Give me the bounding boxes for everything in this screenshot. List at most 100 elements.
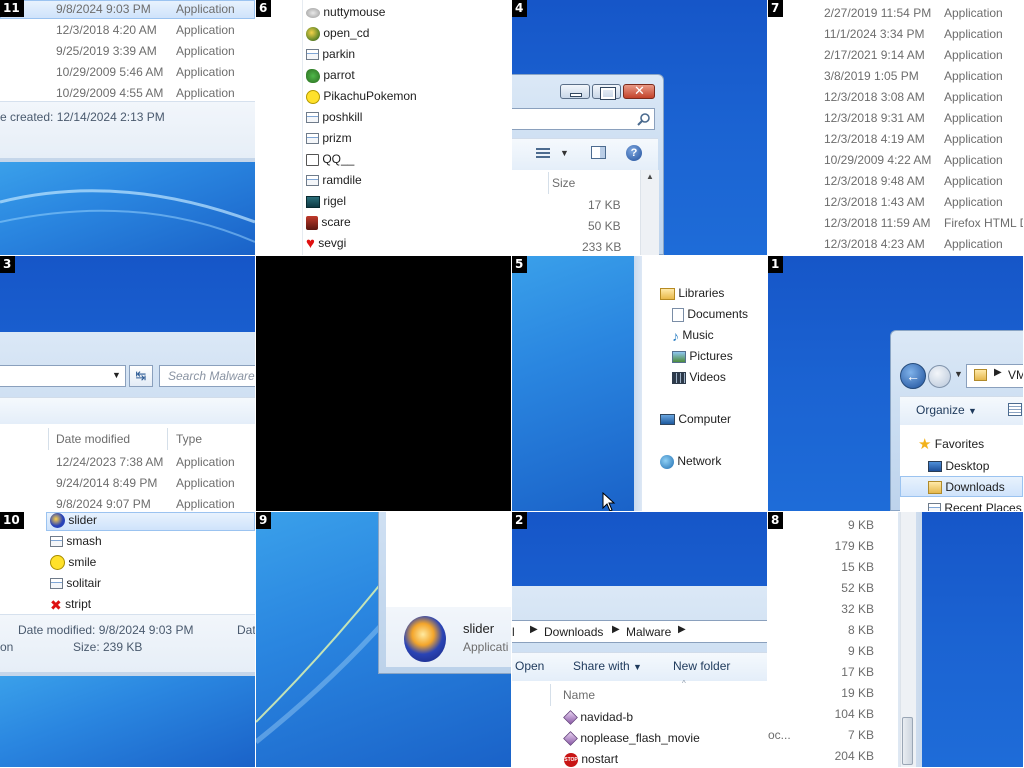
nav-videos[interactable]: Videos [672,370,726,384]
row-type: Application [944,153,1003,167]
close-button[interactable]: ✕ [623,83,655,99]
list-item[interactable]: nuttymouse [306,5,385,19]
details-truncated: on [0,640,14,654]
list-item[interactable]: parkin [306,47,355,61]
breadcrumb-item[interactable]: VM [1008,368,1023,382]
list-item[interactable]: ✖ stript [50,596,91,613]
nav-favorites[interactable]: ★ Favorites [918,437,984,452]
nav-libraries[interactable]: Libraries [660,286,724,300]
breadcrumb-separator-icon: ▶ [994,367,1002,378]
list-item[interactable]: STOP nostart [564,752,618,767]
nav-recent-places[interactable]: Recent Places [928,501,1022,511]
tile-number: 3 [0,256,16,273]
column-divider [550,684,551,706]
breadcrumb-item[interactable]: l [512,625,515,639]
tile-10: 10 slider smash smile solitair ✖ stript … [0,512,255,767]
row-type: Application [944,237,1003,251]
nav-documents[interactable]: Documents [672,307,748,322]
stript-icon: ✖ [50,596,62,613]
maximize-button[interactable] [592,84,621,100]
search-box[interactable] [512,108,655,130]
list-item[interactable]: smash [50,534,102,548]
tile-8: 8 oc... 9 KB 179 KB 15 KB 52 KB 32 KB 8 … [768,512,1023,767]
nav-music[interactable]: ♪ Music [672,328,714,343]
views-icon[interactable] [1008,403,1022,416]
desktop-swoosh [0,189,255,243]
row-type: Application [176,44,235,58]
scrollbar[interactable]: ▲ [640,170,659,255]
breadcrumb-item[interactable]: Downloads [544,625,603,639]
file-list [386,512,511,607]
back-button[interactable]: ← [900,363,926,389]
row-type: Application [176,476,235,490]
preview-pane-icon[interactable] [591,146,606,159]
nav-label: Pictures [689,349,733,363]
row-date: 12/3/2018 11:59 AM [824,216,931,230]
list-item[interactable]: open_cd [306,26,369,41]
row-type: Firefox HTML D [944,216,1023,230]
nav-pictures[interactable]: Pictures [672,349,733,363]
view-options-icon[interactable] [536,148,550,158]
row-date: 2/27/2019 11:54 PM [824,6,932,20]
nav-network[interactable]: Network [660,454,721,469]
breadcrumb-item[interactable]: Malware [626,625,671,639]
minimize-button[interactable] [560,84,590,99]
folder-icon [974,369,987,381]
row-type: Application [176,23,235,37]
row-type: Application [176,455,235,469]
scroll-up-icon[interactable]: ▲ [646,172,654,181]
list-item[interactable]: solitair [50,576,101,590]
chevron-down-icon[interactable]: ▼ [112,370,121,380]
column-divider [548,172,549,194]
row-type: Application [944,132,1003,146]
open-button[interactable]: Open [515,659,544,673]
sort-ascending-icon: ^ [682,679,686,688]
file-name: nuttymouse [323,5,386,19]
nav-computer[interactable]: Computer [660,412,731,426]
list-item[interactable]: rigel [306,194,346,208]
application-icon [306,112,319,124]
date-modified-column-header[interactable]: Date modified [56,432,130,446]
list-item[interactable]: scare [306,215,351,230]
new-folder-button[interactable]: New folder [673,659,730,673]
help-icon[interactable]: ? [626,145,642,161]
size-cell: 17 KB [588,198,621,212]
name-column-header[interactable]: Name [563,688,595,702]
share-with-button[interactable]: Share with ▼ [573,659,642,673]
scrollbar-thumb[interactable] [902,717,913,765]
chevron-down-icon[interactable]: ▼ [560,148,569,158]
refresh-button[interactable]: ↹ [129,365,153,387]
list-item[interactable]: parrot [306,68,355,83]
empty-tile[interactable] [256,256,511,511]
list-item[interactable]: noplease_flash_movie [563,731,700,747]
chevron-down-icon[interactable]: ▼ [954,369,963,379]
parrot-icon [306,68,320,83]
list-item[interactable]: slider [50,513,97,529]
list-item[interactable]: smile [50,555,96,571]
list-item[interactable]: poshkill [306,110,362,124]
row-date: 9/24/2014 8:49 PM [56,476,158,490]
file-name: rigel [323,194,347,208]
type-column-header[interactable]: Type [176,432,202,446]
size-cell: 50 KB [588,219,621,233]
size-column-header[interactable]: Size [552,176,575,190]
list-item[interactable]: ramdile [306,173,362,187]
list-item[interactable]: PikachuPokemon [306,89,417,104]
row-date: 10/29/2009 4:22 AM [824,153,932,167]
file-name: poshkill [322,110,363,124]
nav-downloads[interactable]: Downloads [928,480,1005,495]
list-item[interactable]: navidad-b [563,710,633,726]
list-item[interactable]: prizm [306,131,352,145]
address-bar[interactable]: ▼ [0,365,126,387]
organize-button[interactable]: Organize ▼ [916,403,977,417]
share-with-label: Share with [573,659,630,673]
puzzle-grid: 11 9/8/2024 9:03 PM Application 12/3/201… [0,0,1024,768]
list-item[interactable]: ♥ sevgi [306,236,346,251]
forward-button[interactable] [928,365,951,388]
mouse-cursor-icon [602,492,616,511]
list-item[interactable]: QQ__ [306,152,354,166]
downloads-folder-icon [928,481,942,495]
tile-1: 1 ← ▼ ▶ VM Organize ▼ ★ Favorites Deskto… [768,256,1023,511]
file-name: ramdile [322,173,362,187]
nav-desktop[interactable]: Desktop [928,459,989,473]
